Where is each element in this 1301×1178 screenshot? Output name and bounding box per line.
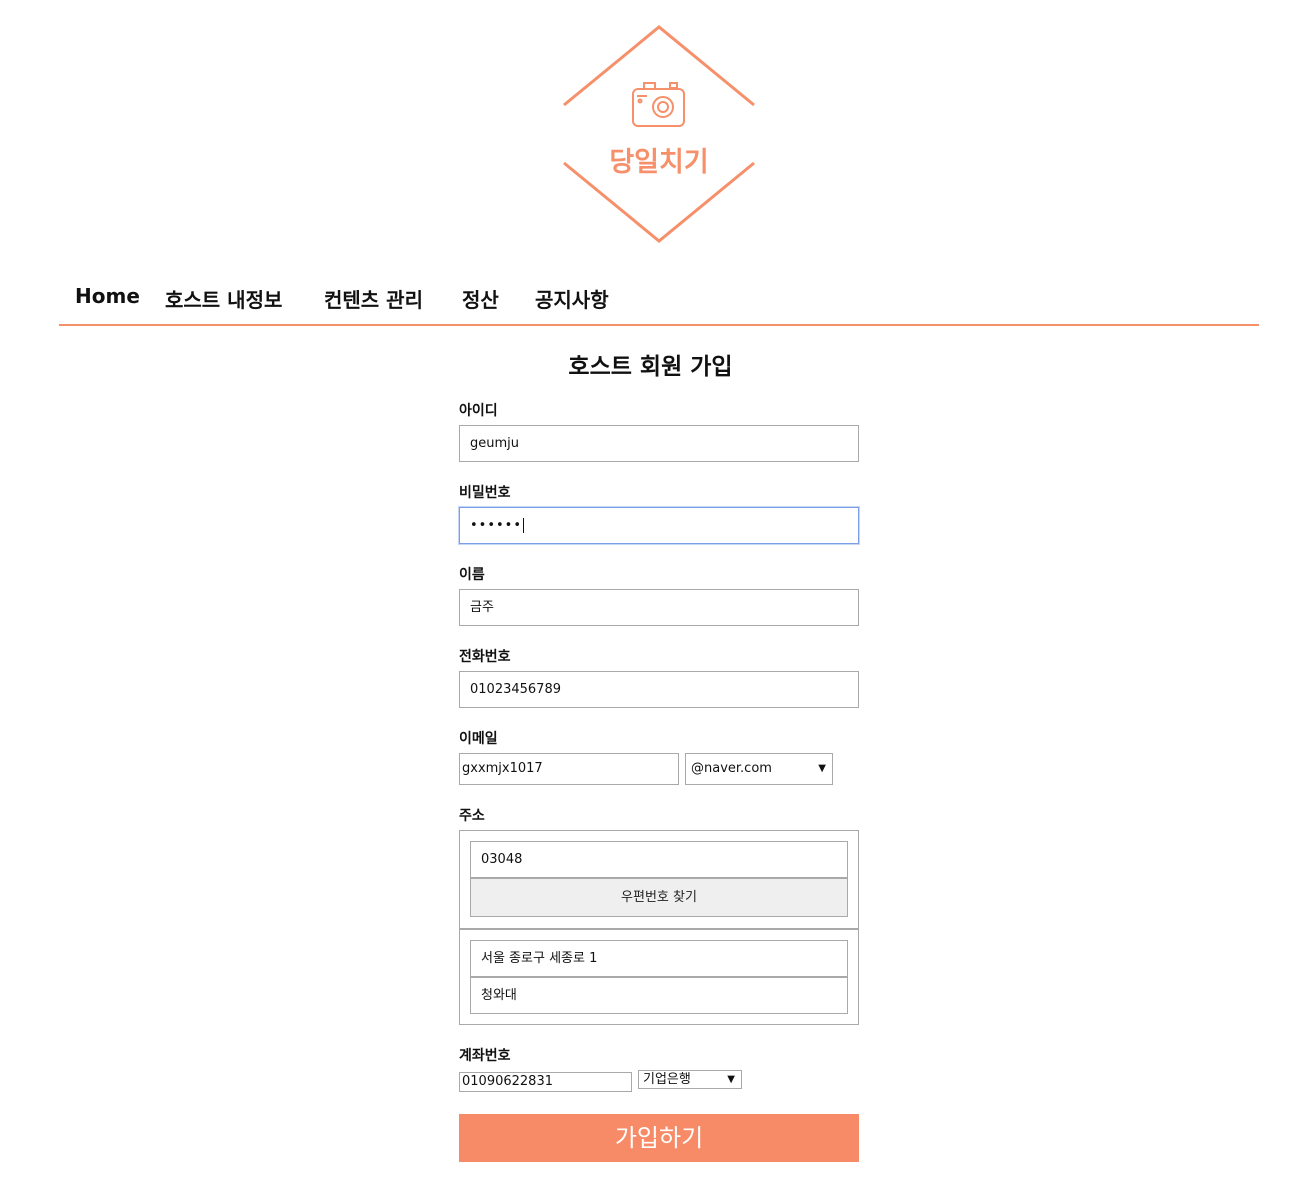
nav-notice[interactable]: 공지사항	[535, 284, 609, 313]
email-value: gxxmjx1017	[462, 761, 543, 776]
text-caret	[523, 518, 525, 533]
email-domain-value: @naver.com	[691, 761, 772, 776]
email-label: 이메일	[459, 731, 498, 747]
nav-content-manage[interactable]: 컨텐츠 관리	[324, 284, 423, 313]
id-label: 아이디	[459, 403, 498, 419]
phone-label: 전화번호	[459, 649, 511, 665]
address-line2-input[interactable]: 청와대	[470, 977, 848, 1014]
nav-settlement[interactable]: 정산	[462, 284, 499, 313]
account-input[interactable]: 01090622831	[459, 1072, 632, 1092]
address-detail-group: 서울 종로구 세종로 1 청와대	[459, 929, 859, 1025]
phone-value: 01023456789	[470, 682, 561, 697]
nav-host-info[interactable]: 호스트 내정보	[165, 284, 282, 313]
email-domain-select[interactable]: @naver.com ▼	[685, 753, 833, 785]
bank-select[interactable]: 기업은행 ▼	[638, 1070, 742, 1089]
address-line2-value: 청와대	[481, 988, 517, 1003]
zipcode-group: 03048 우편번호 찾기	[459, 830, 859, 929]
name-input[interactable]: 금주	[459, 589, 859, 626]
password-input[interactable]: ••••••	[459, 507, 859, 544]
nav-home[interactable]: Home	[75, 284, 140, 308]
id-input[interactable]: geumju	[459, 425, 859, 462]
zipcode-input[interactable]: 03048	[470, 841, 848, 878]
address-line1-input[interactable]: 서울 종로구 세종로 1	[470, 940, 848, 977]
password-value: ••••••	[470, 518, 523, 533]
find-zipcode-button[interactable]: 우편번호 찾기	[470, 878, 848, 917]
address-line1-value: 서울 종로구 세종로 1	[481, 951, 598, 966]
dropdown-arrow-icon: ▼	[818, 763, 826, 774]
account-label: 계좌번호	[459, 1048, 511, 1064]
account-value: 01090622831	[462, 1074, 553, 1089]
email-input[interactable]: gxxmjx1017	[459, 753, 679, 785]
bank-value: 기업은행	[643, 1072, 691, 1087]
diamond-logo-icon	[563, 25, 755, 243]
signup-submit-button[interactable]: 가입하기	[459, 1114, 859, 1162]
camera-icon	[632, 82, 685, 127]
address-label: 주소	[459, 808, 485, 824]
name-label: 이름	[459, 567, 485, 583]
brand-name: 당일치기	[609, 147, 709, 178]
zipcode-value: 03048	[481, 852, 523, 867]
brand-logo[interactable]: 당일치기	[559, 22, 759, 246]
top-nav: Home 호스트 내정보 컨텐츠 관리 정산 공지사항	[59, 282, 1259, 326]
page-title: 호스트 회원 가입	[568, 354, 733, 380]
dropdown-arrow-icon: ▼	[727, 1074, 735, 1085]
phone-input[interactable]: 01023456789	[459, 671, 859, 708]
id-value: geumju	[470, 436, 520, 451]
password-label: 비밀번호	[459, 485, 511, 501]
name-value: 금주	[470, 600, 494, 615]
